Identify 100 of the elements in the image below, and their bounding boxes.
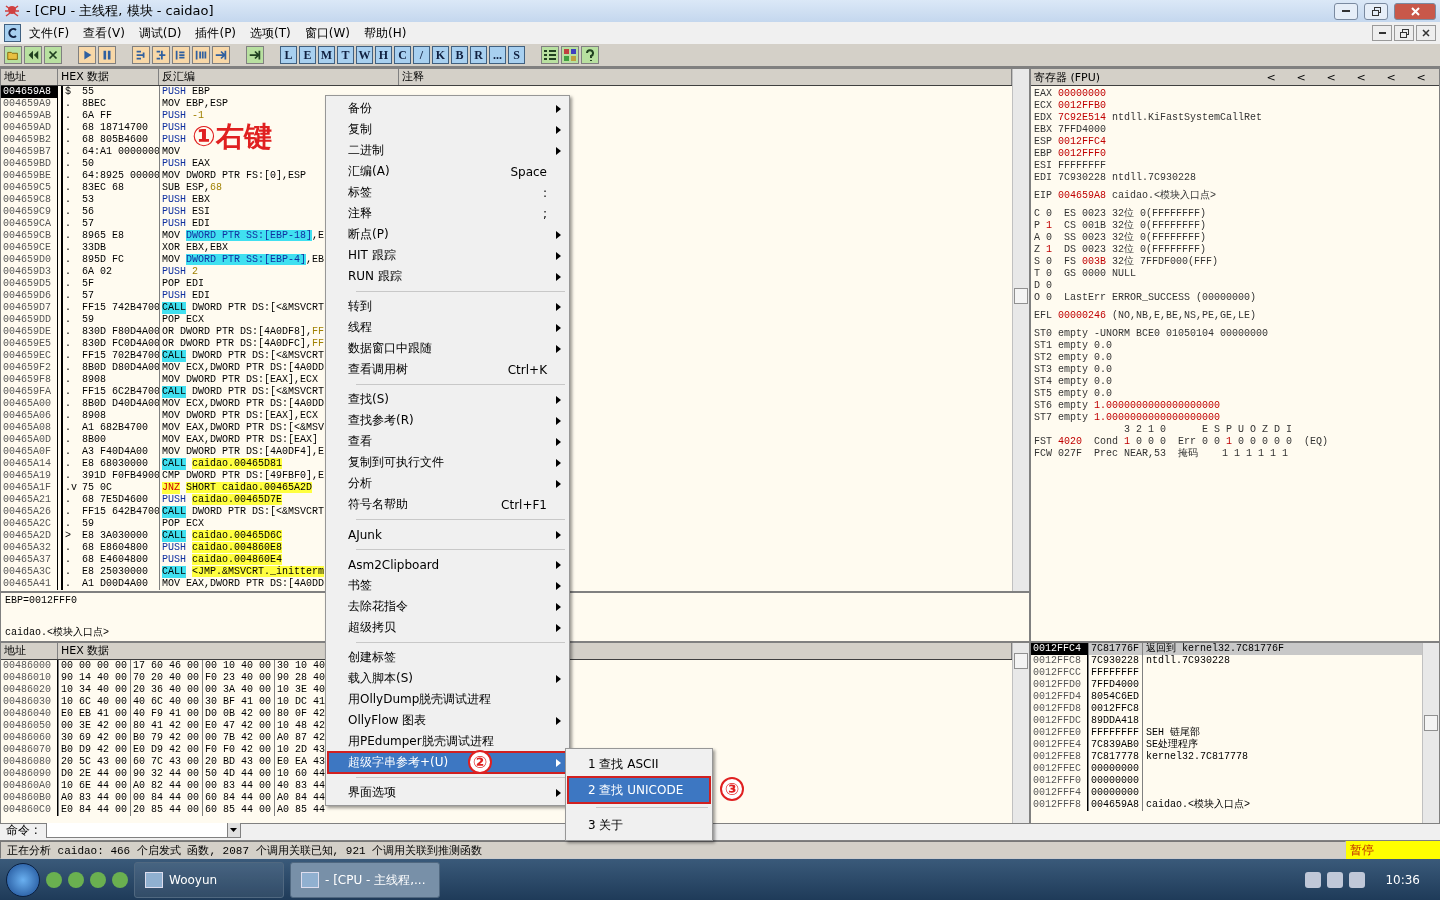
menu-item[interactable]: 查找参考(R): [328, 410, 567, 431]
address-cell: 004659FA: [1, 386, 58, 398]
toolbar-button[interactable]: /: [413, 46, 430, 64]
menu-item[interactable]: 3 关于: [568, 812, 710, 838]
menu-item[interactable]: 书签: [328, 575, 567, 596]
menu-item[interactable]: AJunk: [328, 524, 567, 545]
command-field[interactable]: [45, 822, 227, 838]
operand-text: caidao.00465D81: [192, 458, 283, 469]
marker-cell: .: [61, 554, 80, 566]
menu-item[interactable]: 去除花指令: [328, 596, 567, 617]
quick-launch-icon[interactable]: [46, 872, 62, 888]
menu-item[interactable]: 备份: [328, 98, 567, 119]
toolbar-button[interactable]: T: [337, 46, 354, 64]
submenu-arrow-icon: [556, 674, 561, 683]
menu-item[interactable]: 1 查找 ASCII: [568, 751, 710, 777]
toolbar-button[interactable]: R: [470, 46, 487, 64]
menu-item[interactable]: 断点(P): [328, 224, 567, 245]
menu-item[interactable]: 文件(F): [23, 23, 76, 43]
arrow-to-bar-icon[interactable]: [212, 46, 230, 64]
rewind-icon[interactable]: [24, 46, 42, 64]
minimize-button[interactable]: [1372, 25, 1392, 41]
minimize-button[interactable]: [1334, 2, 1358, 20]
toolbar-button[interactable]: L: [280, 46, 297, 64]
menu-item[interactable]: 标签 :: [328, 182, 567, 203]
marker-cell: .: [61, 566, 80, 578]
nav-button[interactable]: <: [1376, 70, 1406, 84]
menu-item[interactable]: 注释 ;: [328, 203, 567, 224]
info-text: caidao.<模块入口点>: [5, 625, 109, 639]
trace-into-icon[interactable]: [172, 46, 190, 64]
step-over-icon[interactable]: [152, 46, 170, 64]
toolbar-button[interactable]: K: [432, 46, 449, 64]
toolbar-button[interactable]: B: [451, 46, 468, 64]
menu-item[interactable]: Asm2Clipboard: [328, 554, 567, 575]
nav-button[interactable]: <: [1256, 70, 1286, 84]
start-button[interactable]: [6, 863, 40, 897]
help-icon[interactable]: [581, 46, 599, 64]
scrollbar[interactable]: [1422, 643, 1439, 823]
menu-item[interactable]: 查找(S): [328, 389, 567, 410]
register-text: ST4: [1034, 376, 1052, 388]
quick-launch-icon[interactable]: [68, 872, 84, 888]
close-icon[interactable]: [44, 46, 62, 64]
arrow-to-bar-icon[interactable]: [246, 46, 264, 64]
menu-item[interactable]: 二进制: [328, 140, 567, 161]
tray-icon[interactable]: [1305, 872, 1322, 888]
toolbar-button[interactable]: E: [299, 46, 316, 64]
step-into-icon[interactable]: [132, 46, 150, 64]
opcode-text: PUSH: [162, 122, 186, 134]
menu-item[interactable]: 复制到可执行文件: [328, 452, 567, 473]
toolbar-button[interactable]: ...: [489, 46, 506, 64]
nav-button[interactable]: <: [1316, 70, 1346, 84]
toolbar-button[interactable]: W: [356, 46, 373, 64]
toolbar-button[interactable]: C: [394, 46, 411, 64]
tray-icon[interactable]: [1349, 872, 1366, 888]
toolbar-button[interactable]: H: [375, 46, 392, 64]
column-header: 地址: [1, 643, 58, 659]
play-icon[interactable]: [78, 46, 96, 64]
nav-button[interactable]: <: [1406, 70, 1436, 84]
hex-cell-text: 57: [81, 218, 95, 230]
menu-item[interactable]: 查看调用树 Ctrl+K: [328, 359, 567, 380]
restore-button[interactable]: [1394, 25, 1414, 41]
menu-item[interactable]: 选项(T): [244, 23, 297, 43]
menu-item[interactable]: 查看: [328, 431, 567, 452]
menu-item[interactable]: 调试(D): [132, 23, 188, 43]
menu-item[interactable]: 符号名帮助 Ctrl+F1: [328, 494, 567, 515]
menu-item[interactable]: 分析: [328, 473, 567, 494]
close-button[interactable]: [1416, 25, 1436, 41]
quick-launch-icon[interactable]: [112, 872, 128, 888]
register-text: ST3: [1034, 364, 1052, 376]
trace-over-icon[interactable]: [192, 46, 210, 64]
menu-item[interactable]: 超级字串参考+(U) ②: [328, 752, 567, 773]
register-text: T: [1034, 268, 1040, 280]
toolbar-button[interactable]: M: [318, 46, 335, 64]
caret-icon: [230, 828, 238, 832]
address-cell: 00465A14: [1, 458, 58, 470]
menu-item[interactable]: RUN 跟踪: [328, 266, 567, 287]
nav-button[interactable]: <: [1286, 70, 1316, 84]
scrollbar[interactable]: [1012, 643, 1029, 823]
list-icon[interactable]: [541, 46, 559, 64]
menu-item[interactable]: 复制: [328, 119, 567, 140]
nav-button[interactable]: <: [1346, 70, 1376, 84]
menu-item[interactable]: 汇编(A) Space: [328, 161, 567, 182]
menu-item[interactable]: 窗口(W): [298, 23, 356, 43]
quick-launch-icon[interactable]: [90, 872, 106, 888]
tray-icon[interactable]: [1327, 872, 1344, 888]
marker-cell: .: [61, 134, 80, 146]
grid-icon[interactable]: [561, 46, 579, 64]
menu-item[interactable]: 查看(V): [77, 23, 131, 43]
restore-button[interactable]: [1364, 2, 1388, 20]
menu-item[interactable]: 帮助(H): [358, 23, 413, 43]
window-title: - [CPU - 主线程, 模块 - caidao]: [26, 2, 215, 20]
menu-item[interactable]: 转到: [328, 296, 567, 317]
scrollbar[interactable]: [1012, 69, 1029, 591]
toolbar-button[interactable]: S: [508, 46, 525, 64]
pause-icon[interactable]: [98, 46, 116, 64]
menu-item[interactable]: 线程: [328, 317, 567, 338]
menu-item[interactable]: HIT 跟踪: [328, 245, 567, 266]
menu-item[interactable]: 插件(P): [189, 23, 243, 43]
taskbar-button[interactable]: Wooyun: [134, 862, 284, 898]
menu-item[interactable]: 数据窗口中跟随: [328, 338, 567, 359]
menu-item[interactable]: 超级拷贝: [328, 617, 567, 638]
